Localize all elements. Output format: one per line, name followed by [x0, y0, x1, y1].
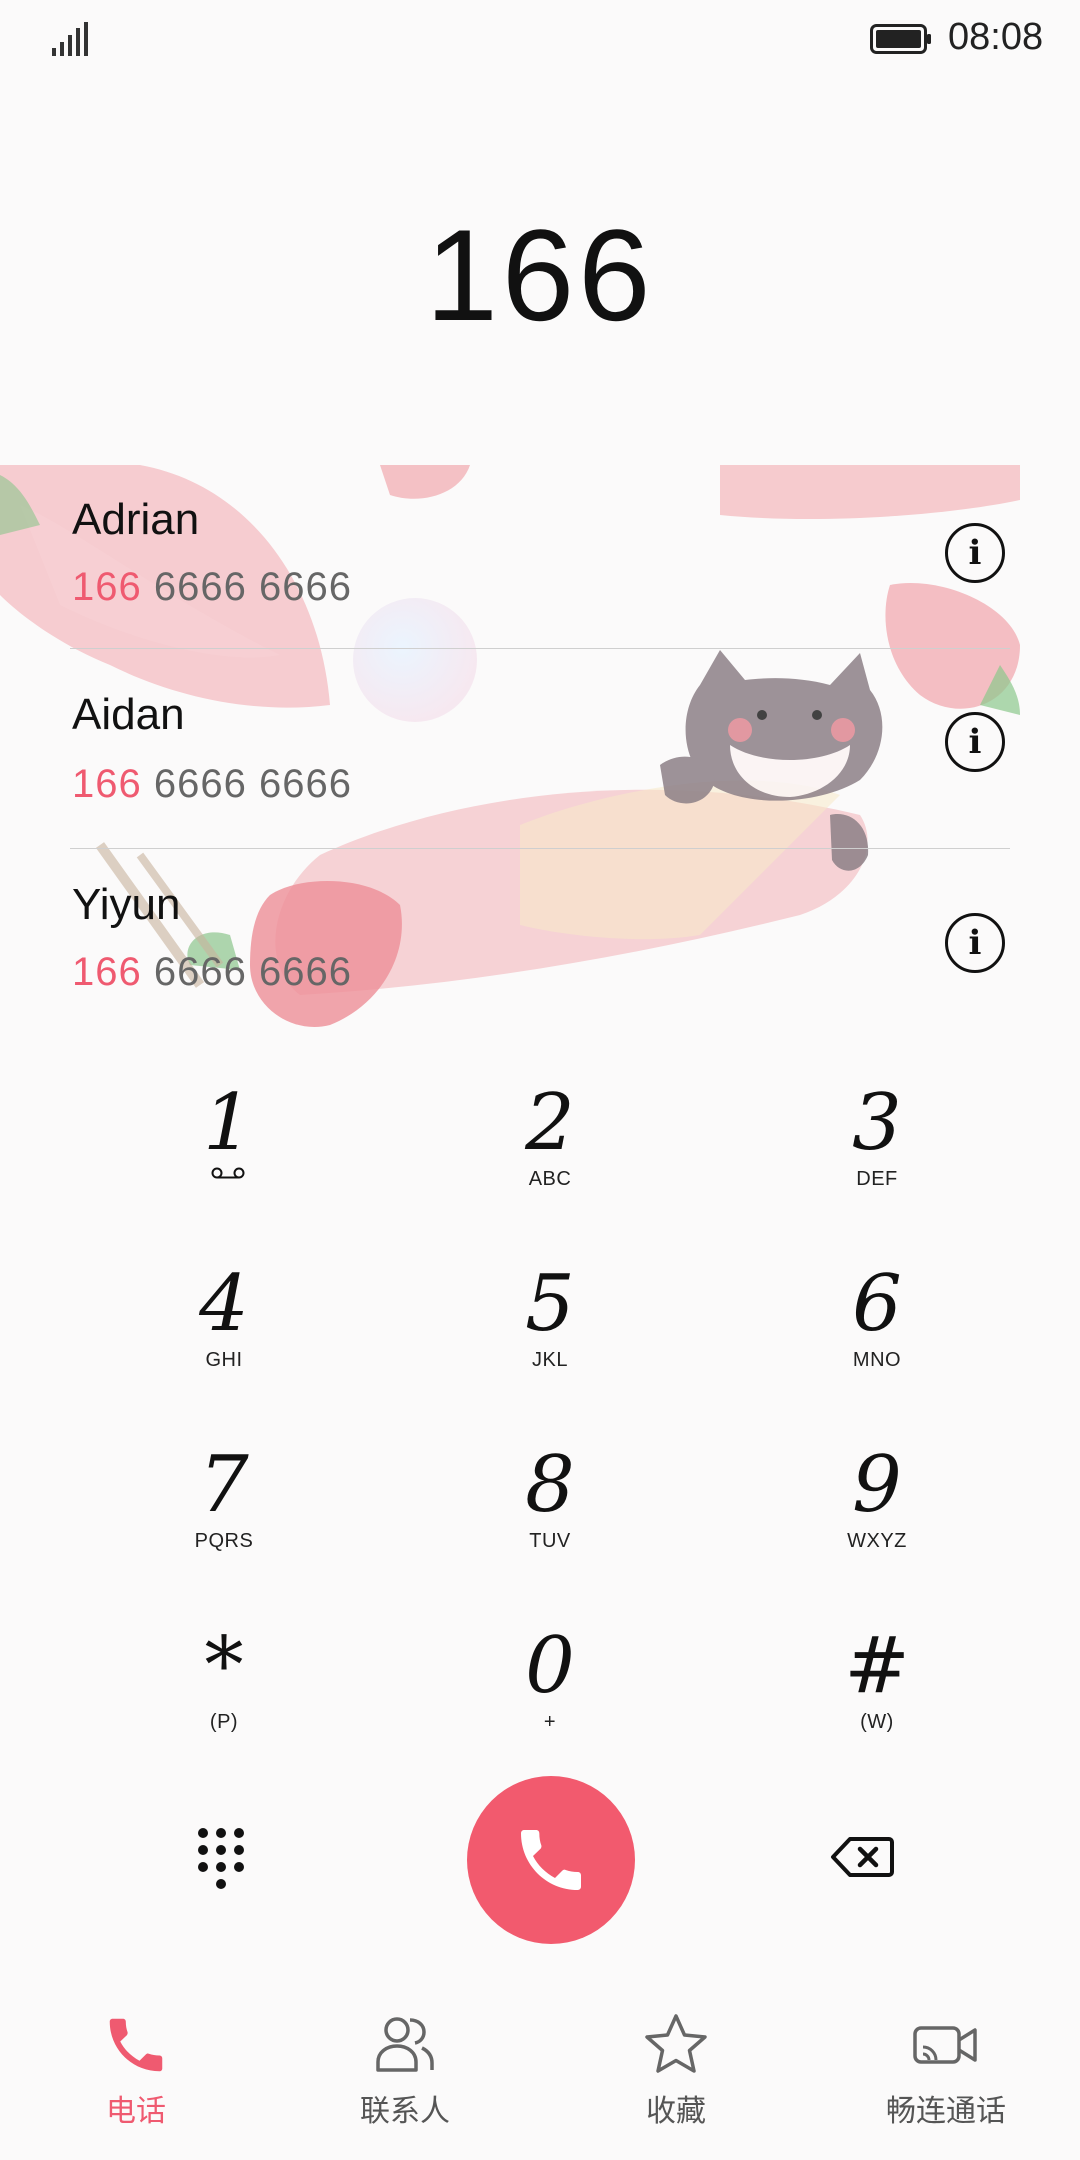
key-letters: JKL — [532, 1349, 568, 1371]
key-digit: 8 — [525, 1440, 575, 1530]
key-letters: MNO — [852, 1349, 902, 1371]
contact-name: Yiyun — [72, 880, 181, 929]
key-digit: 3 — [852, 1078, 902, 1168]
contact-results-list: Adrian 166 6666 6666 i Aidan 166 6666 66… — [0, 465, 1080, 1035]
contact-number: 166 6666 6666 — [72, 762, 352, 807]
key-digit: 7 — [199, 1440, 249, 1530]
divider — [70, 848, 1010, 849]
number-rest: 6666 6666 — [141, 762, 352, 806]
key-letters: GHI — [205, 1349, 243, 1371]
dial-key-9[interactable]: 9 WXYZ — [777, 1442, 977, 1592]
key-digit: 6 — [852, 1259, 902, 1349]
key-digit: 4 — [199, 1259, 249, 1349]
info-icon: i — [968, 722, 982, 762]
tab-contacts[interactable]: 联系人 — [305, 2010, 505, 2160]
dial-key-4[interactable]: 4 GHI — [124, 1261, 324, 1411]
status-bar: 08:08 — [0, 0, 1080, 80]
tab-phone[interactable]: 电话 — [36, 2010, 236, 2160]
dial-key-2[interactable]: 2 ABC — [450, 1080, 650, 1230]
tab-favorites[interactable]: 收藏 — [576, 2010, 776, 2160]
info-icon: i — [968, 533, 982, 573]
contact-number: 166 6666 6666 — [72, 950, 352, 995]
contact-info-button[interactable]: i — [945, 523, 1005, 583]
key-letters: WXYZ — [847, 1530, 907, 1552]
voicemail-icon — [211, 1167, 245, 1179]
key-digit: * — [204, 1621, 244, 1711]
tab-meetime[interactable]: 畅连通话 — [846, 2010, 1046, 2160]
star-icon — [645, 2014, 707, 2073]
key-letters: + — [543, 1711, 557, 1733]
number-match: 166 — [72, 950, 142, 994]
divider — [70, 648, 1010, 649]
number-match: 166 — [72, 762, 142, 806]
key-letters: ABC — [528, 1168, 572, 1190]
dial-key-star[interactable]: * (P) — [124, 1623, 324, 1773]
contact-info-button[interactable]: i — [945, 712, 1005, 772]
dial-key-8[interactable]: 8 TUV — [450, 1442, 650, 1592]
contacts-icon — [376, 2017, 434, 2072]
dial-key-1[interactable]: 1 — [128, 1080, 328, 1230]
video-call-icon — [913, 2026, 977, 2064]
call-button[interactable] — [467, 1776, 635, 1944]
dial-key-5[interactable]: 5 JKL — [450, 1261, 650, 1411]
contact-row[interactable]: Yiyun 166 6666 6666 i — [0, 850, 1080, 1040]
contact-row[interactable]: Adrian 166 6666 6666 i — [0, 465, 1080, 655]
dial-key-hash[interactable]: # (W) — [777, 1623, 977, 1773]
dial-key-6[interactable]: 6 MNO — [777, 1261, 977, 1411]
number-rest: 6666 6666 — [141, 950, 352, 994]
status-time: 08:08 — [948, 16, 1044, 58]
contact-name: Adrian — [72, 495, 200, 544]
battery-icon — [870, 24, 931, 54]
key-digit: # — [844, 1621, 910, 1711]
phone-icon — [521, 1830, 581, 1890]
bottom-nav: 电话 联系人 收藏 畅连通话 — [0, 2010, 1080, 2160]
contact-info-button[interactable]: i — [945, 913, 1005, 973]
tab-label: 收藏 — [646, 2094, 706, 2129]
signal-icon — [52, 22, 88, 56]
dialed-number-display[interactable]: 166 — [0, 200, 1080, 350]
backspace-icon[interactable] — [830, 1836, 894, 1878]
info-icon: i — [968, 923, 982, 963]
phone-icon — [109, 2018, 163, 2072]
contact-number: 166 6666 6666 — [72, 565, 352, 610]
key-digit: 5 — [525, 1259, 575, 1349]
key-digit: 0 — [525, 1621, 575, 1711]
dial-key-0[interactable]: 0 + — [450, 1623, 650, 1773]
contact-name: Aidan — [72, 690, 185, 739]
tab-label: 联系人 — [360, 2094, 450, 2129]
dial-key-3[interactable]: 3 DEF — [777, 1080, 977, 1230]
contact-row[interactable]: Aidan 166 6666 6666 i — [0, 650, 1080, 840]
number-rest: 6666 6666 — [141, 565, 352, 609]
key-letters: (P) — [209, 1711, 239, 1733]
tab-label: 畅连通话 — [886, 2094, 1006, 2129]
tab-label: 电话 — [106, 2094, 166, 2129]
key-letters: (W) — [860, 1711, 894, 1733]
key-digit: 9 — [852, 1440, 902, 1530]
key-letters: TUV — [529, 1530, 571, 1552]
hide-dialpad-icon[interactable] — [196, 1826, 246, 1890]
key-letters: PQRS — [194, 1530, 254, 1552]
number-match: 166 — [72, 565, 142, 609]
key-digit: 2 — [525, 1078, 575, 1168]
dial-key-7[interactable]: 7 PQRS — [124, 1442, 324, 1592]
key-letters: DEF — [856, 1168, 898, 1190]
key-digit: 1 — [203, 1078, 253, 1168]
